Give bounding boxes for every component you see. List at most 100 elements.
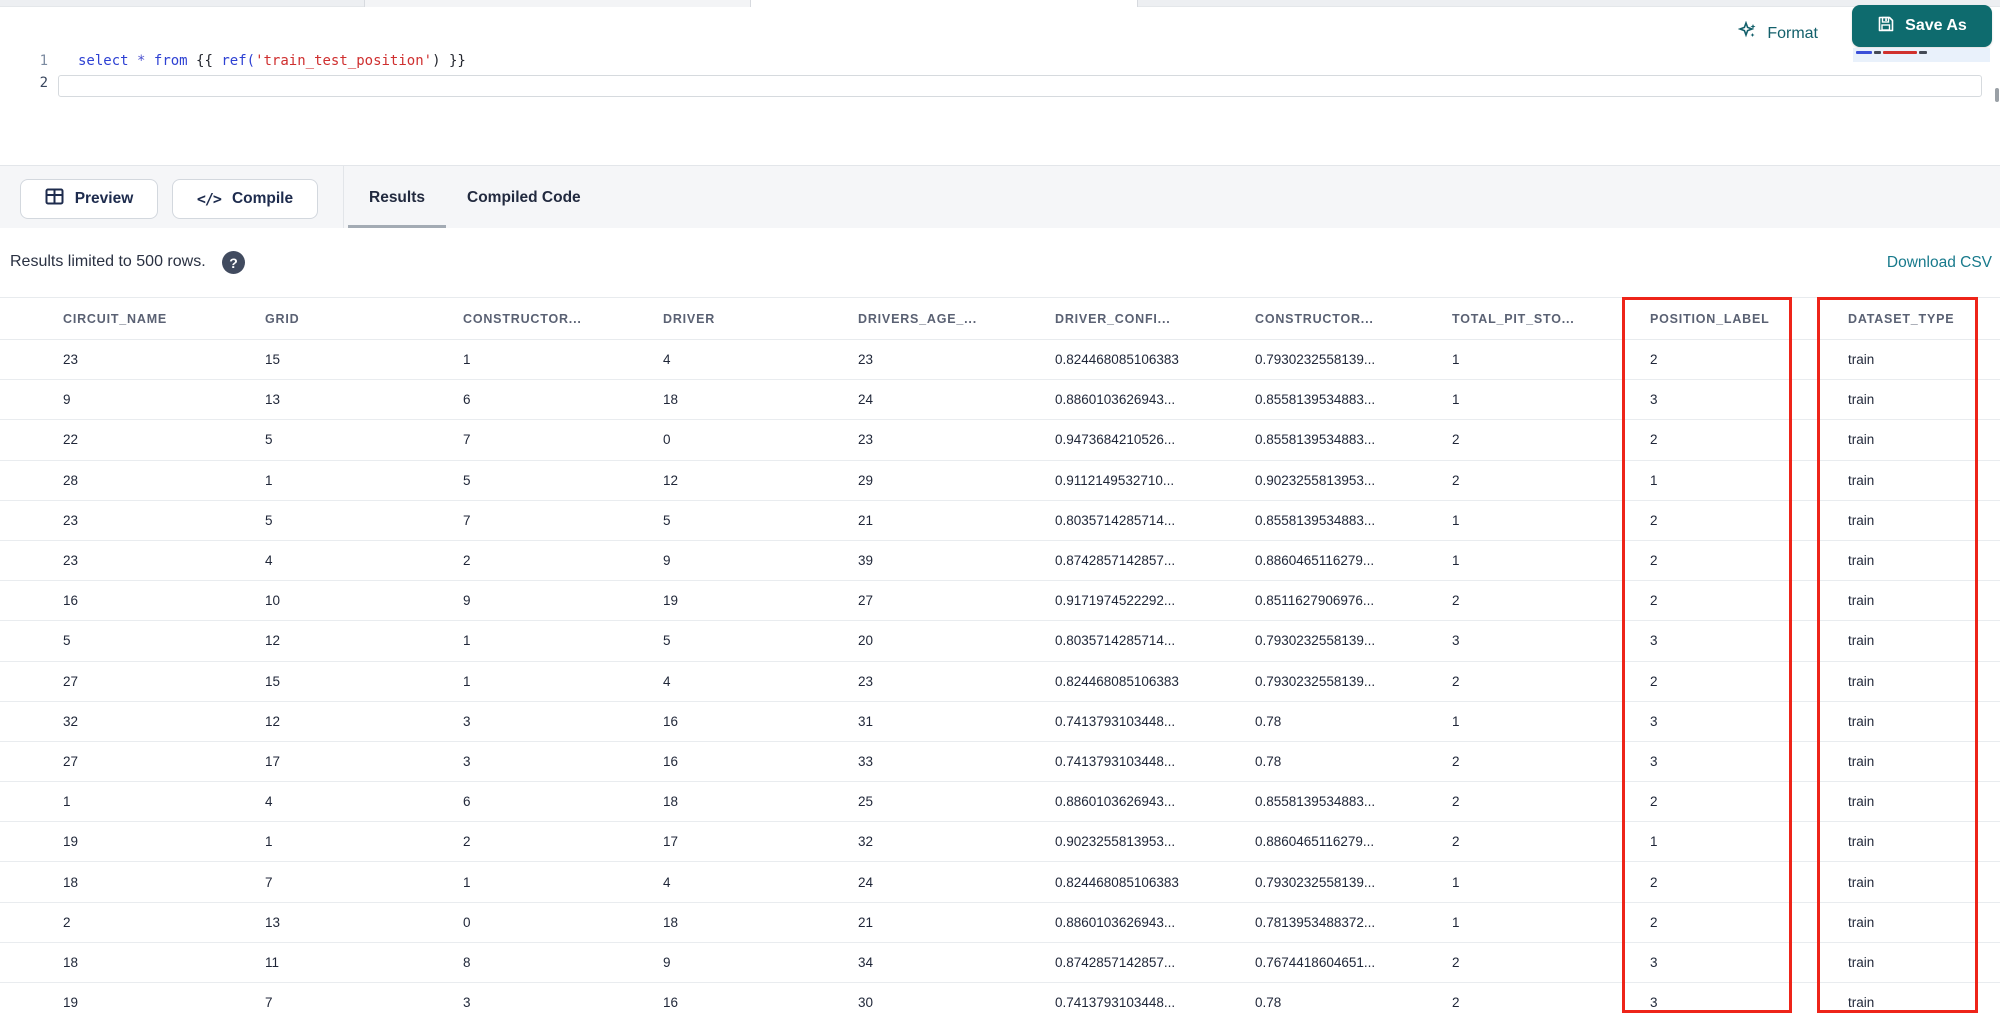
table-cell: 3 [1650,633,1658,649]
toolbar-divider [343,166,344,229]
table-cell: 18 [63,874,79,890]
code-line-2-active-box[interactable] [58,75,1982,97]
table-cell: 2 [1452,593,1460,609]
table-row: 32 12 3 16 31 0.7413793103448... 0.78 1 3 train [0,701,2000,742]
table-cell: 0.8860465116279... [1255,834,1375,850]
table-cell: 8 [463,954,471,970]
table-row: 19 1 2 17 32 0.9023255813953... 0.886046511627… [0,822,2000,863]
preview-button[interactable]: Preview [20,179,158,219]
table-cell: train [1848,753,1875,769]
column-header: POSITION_LABEL [1650,311,1770,326]
table-row: 9 13 6 18 24 0.8860103626943... 0.855813953488… [0,380,2000,421]
table-cell: 3 [1650,713,1658,729]
table-cell: 2 [1452,472,1460,488]
table-cell: 24 [858,392,874,408]
table-cell: 0.824468085106383 [1055,352,1179,368]
table-row: 18 11 8 9 34 0.8742857142857... 0.767441860465… [0,942,2000,983]
table-cell: 2 [1650,432,1658,448]
table-cell: 27 [63,753,79,769]
table-cell: 2 [63,914,71,930]
code-token: }} [448,53,466,69]
table-cell: 1 [1452,352,1460,368]
table-cell: 11 [265,954,280,970]
table-cell: 16 [63,593,79,609]
code-brackets-icon: </> [196,190,222,208]
help-icon[interactable]: ? [222,251,245,274]
table-header-row: CIRCUIT_NAME GRID CONSTRUCTOR... DRIVER DRIV… [0,297,2000,340]
table-cell: 0.9112149532710... [1055,472,1175,488]
table-cell: 7 [463,512,471,528]
table-cell: 0.8860465116279... [1255,553,1375,569]
table-cell: train [1848,593,1875,609]
table-cell: 2 [1650,593,1658,609]
table-cell: 5 [663,633,671,649]
table-row: 18 7 1 4 24 0.824468085106383 0.7930232558139.… [0,862,2000,903]
table-cell: 0.9023255813953... [1055,834,1176,850]
table-cell: 0.8742857142857... [1055,954,1176,970]
line-number-gutter: 1 2 [0,50,48,94]
table-cell: 0.824468085106383 [1055,874,1179,890]
table-cell: 31 [858,713,874,729]
table-cell: 3 [463,753,471,769]
table-cell: 0.9023255813953... [1255,472,1376,488]
column-header: TOTAL_PIT_STO... [1452,311,1575,326]
table-cell: train [1848,914,1875,930]
save-as-button[interactable]: Save As [1852,5,1992,47]
table-row: 5 12 1 5 20 0.8035714285714... 0.7930232558139… [0,621,2000,662]
table-cell: 2 [463,834,471,850]
table-cell: 17 [663,834,679,850]
table-cell: 1 [1452,914,1460,930]
table-cell: 1 [265,472,273,488]
table-cell: 0.8860103626943... [1055,914,1176,930]
table-cell: 5 [265,432,273,448]
code-token: ref( [221,53,256,69]
table-cell: 18 [663,914,679,930]
table-cell: 0.7413793103448... [1055,995,1176,1011]
table-cell: 0.78 [1255,995,1282,1011]
editor-scrollbar[interactable] [1995,88,1999,102]
table-cell: 3 [1650,392,1658,408]
code-token: from [153,53,188,69]
table-cell: 24 [858,874,874,890]
table-cell: 3 [1650,753,1658,769]
table-cell: 0.8035714285714... [1055,512,1176,528]
table-cell: 2 [1452,753,1460,769]
table-row: 19 7 3 16 30 0.7413793103448... 0.78 2 3 train [0,983,2000,1020]
compile-button[interactable]: </> Compile [172,179,318,219]
tab-compiled-code[interactable]: Compiled Code [446,166,602,229]
format-button[interactable]: Format [1737,20,1818,46]
editor-minimap[interactable] [1853,48,1990,62]
table-row: 16 10 9 19 27 0.9171974522292... 0.85116279069… [0,581,2000,622]
table-cell: 15 [265,352,281,368]
table-cell: 0.78 [1255,713,1282,729]
table-cell: 4 [265,553,273,569]
sparkles-icon [1737,20,1758,46]
table-cell: 17 [265,753,281,769]
editor-tabbar-strip [0,0,2000,8]
column-header: CIRCUIT_NAME [63,311,168,326]
code-line-1[interactable]: select * from {{ ref('train_test_positio… [78,50,466,72]
table-cell: 5 [463,472,471,488]
download-csv-link[interactable]: Download CSV [1887,254,1992,272]
table-cell: 1 [463,352,471,368]
table-cell: 29 [858,472,874,488]
table-row: 28 1 5 12 29 0.9112149532710... 0.902325581395… [0,460,2000,501]
table-cell: 2 [1452,954,1460,970]
table-cell: 1 [1452,874,1460,890]
code-editor[interactable]: 1 2 select * from {{ ref('train_test_pos… [0,48,2000,165]
table-cell: 18 [663,794,679,810]
table-cell: 6 [463,392,471,408]
editor-header: Format Save As [0,5,2000,50]
table-row: 27 15 1 4 23 0.824468085106383 0.7930232558139… [0,661,2000,702]
table-cell: 19 [63,995,79,1011]
code-token: {{ [196,53,213,69]
column-header: GRID [265,311,300,326]
table-cell: 1 [463,673,471,689]
tab-results[interactable]: Results [348,166,446,229]
table-cell: train [1848,472,1875,488]
table-cell: 12 [265,713,281,729]
table-cell: 0.7930232558139... [1255,633,1376,649]
